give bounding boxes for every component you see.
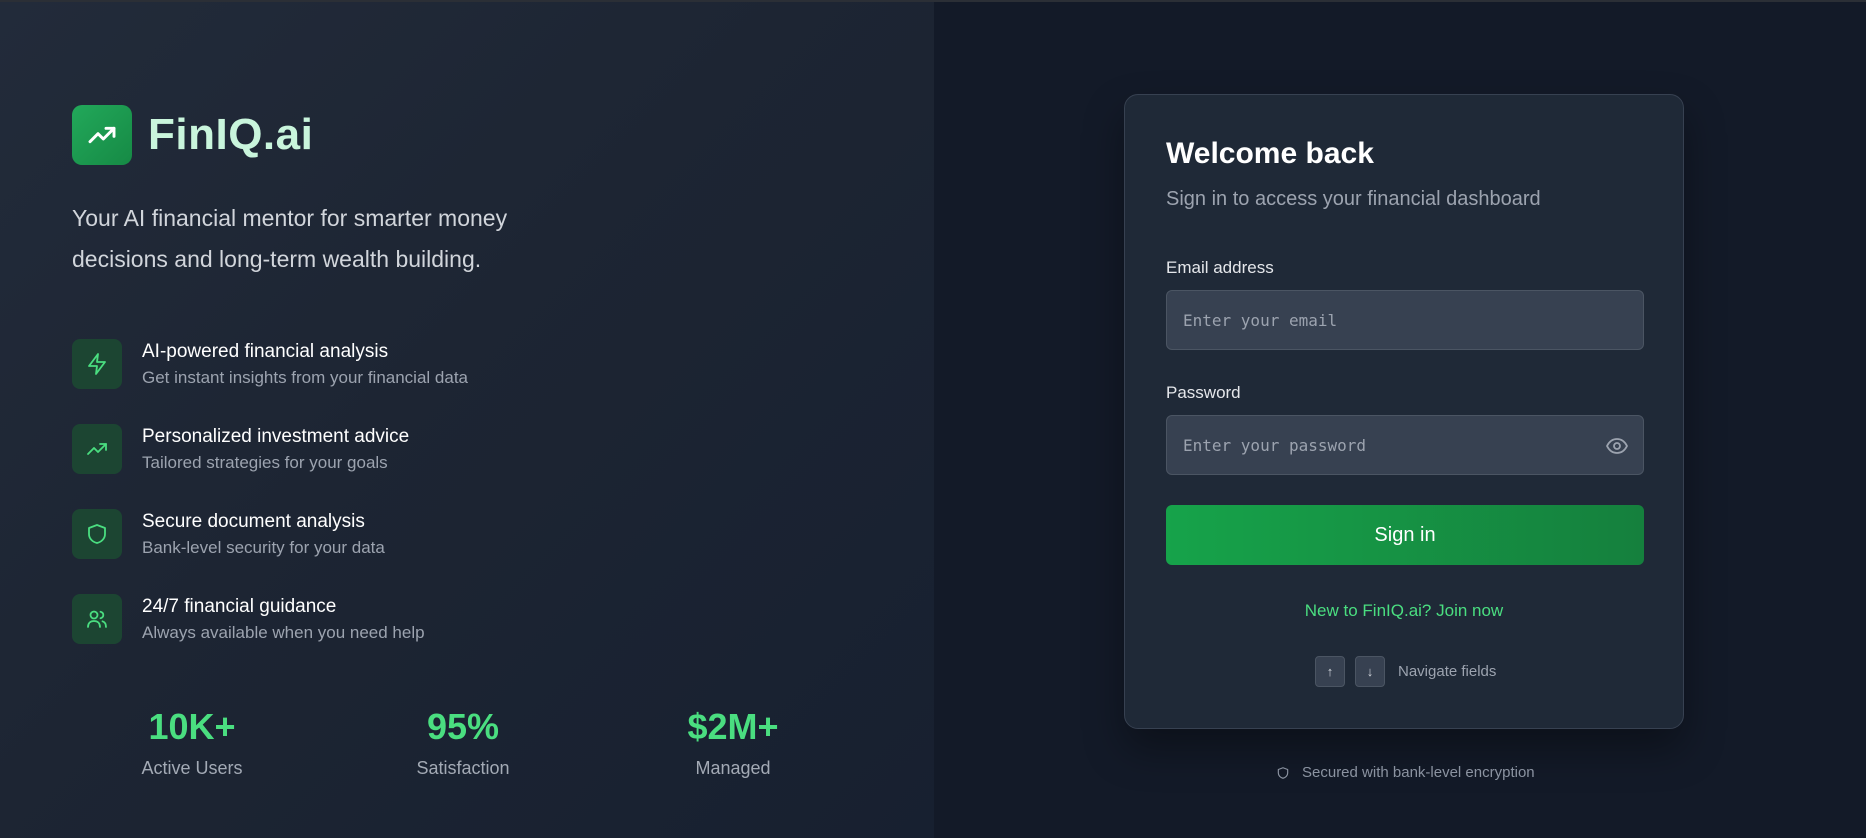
tagline: Your AI financial mentor for smarter mon… [72, 205, 508, 272]
shield-icon [1277, 766, 1289, 779]
nav-hint-label: Navigate fields [1398, 663, 1497, 680]
eye-icon[interactable] [1605, 434, 1629, 458]
stat-label: Active Users [141, 758, 243, 778]
security-note-text: Secured with bank-level encryption [1302, 764, 1535, 781]
feature-item: Personalized investment advice Tailored … [72, 424, 672, 474]
feature-desc: Get instant insights from your financial… [142, 368, 468, 387]
stat-label: Managed [695, 758, 771, 778]
sign-in-button[interactable]: Sign in [1166, 505, 1644, 565]
feature-item: 24/7 financial guidance Always available… [72, 594, 672, 644]
feature-title: Personalized investment advice [142, 426, 410, 447]
join-now-link[interactable]: New to FinIQ.ai? Join now [1125, 601, 1683, 621]
feature-title: Secure document analysis [142, 511, 365, 532]
brand: FinIQ.ai [72, 105, 313, 165]
keyboard-nav-hint: ↑ ↓ Navigate fields [1315, 656, 1496, 687]
brand-logo [72, 105, 132, 165]
feature-icon-badge [72, 424, 122, 474]
users-icon [87, 610, 107, 628]
feature-title: AI-powered financial analysis [142, 341, 389, 362]
login-title: Welcome back [1166, 137, 1374, 170]
feature-item: AI-powered financial analysis Get instan… [72, 339, 672, 389]
stat-value: 95% [426, 706, 500, 747]
lightning-icon [88, 353, 106, 375]
email-input[interactable] [1167, 310, 1643, 330]
password-label: Password [1166, 383, 1241, 402]
shield-icon [88, 524, 106, 544]
arrow-down-key: ↓ [1355, 656, 1385, 687]
login-card: Welcome back Sign in to access your fina… [1124, 94, 1684, 729]
stat-label: Satisfaction [416, 758, 510, 778]
email-label: Email address [1166, 258, 1274, 277]
password-input[interactable] [1167, 435, 1643, 455]
feature-desc: Tailored strategies for your goals [142, 453, 388, 472]
email-field-wrapper [1166, 290, 1644, 350]
trending-up-icon [88, 126, 116, 144]
feature-icon-badge [72, 594, 122, 644]
feature-desc: Bank-level security for your data [142, 538, 385, 557]
feature-icon-badge [72, 339, 122, 389]
brand-name: FinIQ.ai [148, 110, 314, 159]
stat-managed: $2M+ Managed [633, 706, 833, 779]
login-subtitle: Sign in to access your financial dashboa… [1166, 188, 1541, 210]
marketing-panel: FinIQ.ai Your AI financial mentor for sm… [0, 2, 934, 838]
feature-icon-badge [72, 509, 122, 559]
stat-satisfaction: 95% Satisfaction [363, 706, 563, 779]
stat-active-users: 10K+ Active Users [92, 706, 292, 779]
password-field-wrapper [1166, 415, 1644, 475]
trending-up-icon [87, 443, 107, 455]
security-note: Secured with bank-level encryption [1276, 764, 1535, 781]
arrow-up-key: ↑ [1315, 656, 1345, 687]
feature-title: 24/7 financial guidance [142, 596, 337, 617]
feature-desc: Always available when you need help [142, 623, 425, 642]
feature-item: Secure document analysis Bank-level secu… [72, 509, 672, 559]
stat-value: 10K+ [148, 706, 236, 747]
stat-value: $2M+ [687, 706, 779, 747]
